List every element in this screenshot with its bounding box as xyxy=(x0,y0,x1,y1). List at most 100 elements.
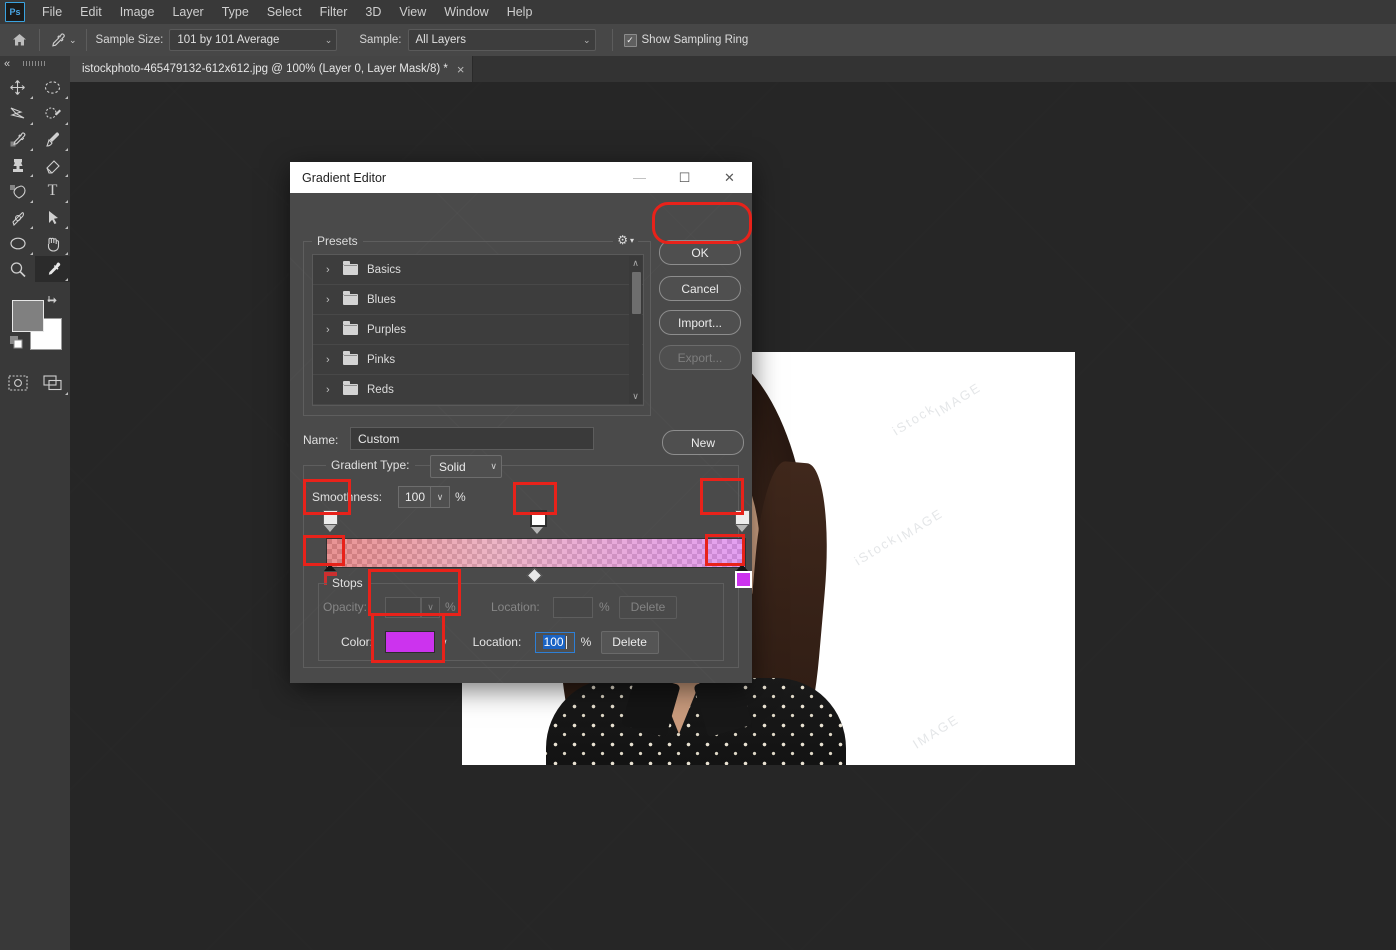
lasso-tool[interactable] xyxy=(0,100,35,126)
scrollbar-thumb[interactable] xyxy=(632,272,641,314)
color-label: Color: xyxy=(341,635,374,649)
close-icon[interactable]: ✕ xyxy=(707,162,752,193)
sample-size-select[interactable]: 101 by 101 Average ⌄ xyxy=(169,29,338,51)
scroll-up-icon[interactable]: ∧ xyxy=(632,256,639,271)
new-button[interactable]: New xyxy=(662,430,744,455)
chevron-right-icon[interactable]: › xyxy=(326,324,334,336)
type-tool[interactable]: T xyxy=(35,178,70,204)
export-button: Export... xyxy=(659,345,741,370)
menu-type[interactable]: Type xyxy=(213,2,258,22)
presets-menu-button[interactable]: ⚙ ▾ xyxy=(613,233,638,247)
folder-icon xyxy=(343,261,358,275)
menu-3d[interactable]: 3D xyxy=(356,2,390,22)
smoothness-input[interactable]: 100 xyxy=(398,486,431,508)
close-icon[interactable]: × xyxy=(457,63,465,76)
preset-label: Reds xyxy=(367,383,394,396)
gradient-midpoint-marker[interactable] xyxy=(526,567,543,584)
menu-view[interactable]: View xyxy=(390,2,435,22)
marquee-tool[interactable] xyxy=(35,74,70,100)
presets-list[interactable]: › Basics › Blues › Purples › Pinks › Red… xyxy=(312,254,644,406)
folder-icon xyxy=(343,291,358,305)
menu-filter[interactable]: Filter xyxy=(311,2,357,22)
ellipse-tool[interactable] xyxy=(0,230,35,256)
hand-tool[interactable] xyxy=(35,230,70,256)
menu-select[interactable]: Select xyxy=(258,2,311,22)
eyedropper-tool[interactable] xyxy=(0,126,35,152)
eraser-tool[interactable] xyxy=(35,152,70,178)
color-swatch[interactable] xyxy=(385,631,435,653)
color-dropdown-icon[interactable]: ∨ xyxy=(441,637,448,648)
quick-selection-tool[interactable] xyxy=(35,100,70,126)
collapse-panels-icon[interactable]: « xyxy=(4,58,10,70)
chevron-down-icon: ∨ xyxy=(490,461,497,471)
default-colors-icon[interactable] xyxy=(10,336,23,352)
cancel-button[interactable]: Cancel xyxy=(659,276,741,301)
preset-item-basics[interactable]: › Basics xyxy=(313,255,643,285)
foreground-color-swatch[interactable] xyxy=(12,300,44,332)
menu-edit[interactable]: Edit xyxy=(71,2,111,22)
chevron-right-icon[interactable]: › xyxy=(326,294,334,306)
brush-tool[interactable] xyxy=(35,126,70,152)
document-tab[interactable]: istockphoto-465479132-612x612.jpg @ 100%… xyxy=(70,56,474,82)
smoothness-label: Smoothness: xyxy=(312,490,383,504)
opacity-stop-left[interactable] xyxy=(323,510,338,532)
chevron-right-icon[interactable]: › xyxy=(326,384,334,396)
gradient-type-select[interactable]: Solid ∨ xyxy=(430,455,502,478)
path-selection-tool[interactable] xyxy=(35,204,70,230)
color-stop-right[interactable] xyxy=(735,564,752,588)
presets-group: Presets ⚙ ▾ › Basics › Blues › Purples ›… xyxy=(303,233,651,416)
preset-item-blues[interactable]: › Blues xyxy=(313,285,643,315)
opacity-stop-right[interactable] xyxy=(735,510,750,532)
menu-file[interactable]: File xyxy=(33,2,71,22)
menu-window[interactable]: Window xyxy=(435,2,497,22)
show-sampling-ring-checkbox[interactable]: ✓ Show Sampling Ring xyxy=(623,33,748,47)
pen-tool[interactable] xyxy=(0,204,35,230)
gradient-preview-bar[interactable] xyxy=(326,538,746,568)
preset-item-pinks[interactable]: › Pinks xyxy=(313,345,643,375)
stops-group: Stops Opacity: ∨ % Location: % Delete Co… xyxy=(318,576,724,661)
color-swatches xyxy=(0,290,70,366)
zoom-tool[interactable] xyxy=(0,256,35,282)
divider xyxy=(39,29,40,51)
chevron-right-icon[interactable]: › xyxy=(326,354,334,366)
mode-buttons xyxy=(0,366,70,396)
name-input[interactable]: Custom xyxy=(350,427,594,450)
maximize-icon[interactable]: ☐ xyxy=(662,162,707,193)
swap-colors-icon[interactable] xyxy=(46,294,60,311)
preset-label: Basics xyxy=(367,263,401,276)
move-tool[interactable] xyxy=(0,74,35,100)
minimize-icon[interactable]: — xyxy=(617,162,662,193)
color-location-input[interactable]: 100 xyxy=(534,631,575,653)
preset-item-reds[interactable]: › Reds xyxy=(313,375,643,405)
home-icon[interactable] xyxy=(6,27,32,53)
clone-stamp-tool[interactable] xyxy=(0,152,35,178)
color-location-value: 100 xyxy=(542,635,565,649)
preset-item-purples[interactable]: › Purples xyxy=(313,315,643,345)
dialog-title-bar[interactable]: Gradient Editor — ☐ ✕ xyxy=(290,162,752,193)
menu-help[interactable]: Help xyxy=(498,2,542,22)
menu-image[interactable]: Image xyxy=(111,2,164,22)
chevron-right-icon[interactable]: › xyxy=(326,264,334,276)
quick-mask-icon[interactable] xyxy=(0,370,35,396)
screen-mode-icon[interactable] xyxy=(35,370,70,396)
chevron-down-icon: ▾ xyxy=(629,235,634,245)
chevron-down-icon[interactable]: ⌄ xyxy=(69,35,77,46)
ok-button[interactable]: OK xyxy=(659,240,741,265)
color-delete-button[interactable]: Delete xyxy=(600,630,659,654)
gradient-tool[interactable] xyxy=(0,178,35,204)
active-tool-indicator[interactable]: ⌄ xyxy=(47,32,79,49)
photoshop-logo-icon: Ps xyxy=(5,2,25,22)
opacity-unit: % xyxy=(445,600,456,614)
smoothness-dropdown-icon[interactable]: ∨ xyxy=(430,486,450,508)
opacity-stop-middle[interactable] xyxy=(530,510,547,534)
smoothness-unit: % xyxy=(455,490,466,504)
sample-select[interactable]: All Layers ⌄ xyxy=(407,29,596,51)
menu-layer[interactable]: Layer xyxy=(163,2,212,22)
gradient-type-label: Gradient Type: xyxy=(326,458,415,472)
color-stop-row: Color: ∨ Location: 100 % Delete xyxy=(319,630,723,654)
import-button[interactable]: Import... xyxy=(659,310,741,335)
panel-grip[interactable] xyxy=(0,56,70,70)
eyedropper-icon xyxy=(52,32,65,47)
eyedropper-active-tool[interactable] xyxy=(35,256,70,282)
scroll-down-icon[interactable]: ∨ xyxy=(632,389,639,404)
